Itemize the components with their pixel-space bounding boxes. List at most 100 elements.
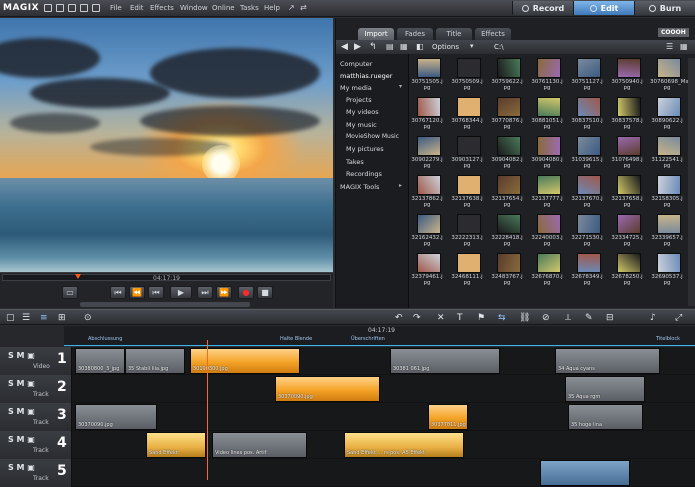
view-list-icon[interactable]: ☰ [666, 42, 673, 51]
timeline-clip[interactable]: 35 Aqua rgm [565, 376, 645, 402]
snap-icon[interactable]: ⊟ [606, 313, 614, 323]
jog-shuttle[interactable] [80, 302, 250, 307]
timeline-clip[interactable]: 30381 061.jpg [390, 348, 500, 374]
marker-4[interactable]: Titelblock [656, 336, 680, 342]
timeline-clip[interactable]: Sand Effekt [146, 432, 206, 458]
timeline-playhead[interactable] [207, 340, 208, 480]
file-thumbnail[interactable] [417, 136, 441, 156]
tree-my-videos[interactable]: My videos [346, 108, 379, 116]
tab-import[interactable]: Import [358, 28, 394, 40]
tab-title[interactable]: Title [436, 28, 472, 40]
file-thumbnail[interactable] [617, 97, 641, 117]
file-thumbnail[interactable] [577, 136, 601, 156]
path-field[interactable]: C:\ [494, 43, 504, 51]
next-frame-button[interactable]: ⏭ [197, 286, 213, 299]
timeline-clip[interactable]: 30377811.jpg [428, 404, 468, 430]
file-thumbnail[interactable] [497, 58, 521, 78]
file-thumbnail[interactable] [617, 214, 641, 234]
file-thumbnail[interactable] [657, 97, 681, 117]
timeline-clip[interactable]: 35 hoge lina [568, 404, 643, 430]
previous-frame-button[interactable]: ⏮ [148, 286, 164, 299]
file-thumbnail[interactable] [497, 214, 521, 234]
file-thumbnail[interactable] [497, 253, 521, 273]
fullscreen-icon[interactable]: ⤢ [675, 313, 682, 323]
video-preview[interactable] [0, 18, 333, 272]
tab-effects[interactable]: Effects [475, 28, 511, 40]
file-thumbnail[interactable] [577, 97, 601, 117]
tree-takes[interactable]: Takes [346, 158, 364, 166]
file-thumbnail[interactable] [577, 58, 601, 78]
chevron-down-icon[interactable]: ▾ [470, 42, 474, 50]
timeline-clip[interactable] [540, 460, 630, 486]
file-thumbnail[interactable] [537, 214, 561, 234]
to-end-button[interactable]: ⏩ [216, 286, 232, 299]
file-thumbnail[interactable] [577, 175, 601, 195]
mode-record[interactable]: Record [512, 1, 573, 15]
timeline-ruler[interactable]: 04:17:19 Abschlussung Halte Blende Übers… [64, 326, 695, 346]
file-thumbnail[interactable] [417, 214, 441, 234]
menu-tasks[interactable]: Tasks [240, 4, 259, 12]
file-thumbnail[interactable] [497, 136, 521, 156]
expand-icon[interactable]: ▾ [399, 83, 402, 90]
file-thumbnail[interactable] [657, 214, 681, 234]
tree-movieshow-music[interactable]: MovieShow Music [346, 133, 399, 140]
file-thumbnail[interactable] [617, 253, 641, 273]
timeline-clip[interactable]: 30380800_3_jpg [75, 348, 125, 374]
save-icon[interactable] [68, 4, 76, 12]
file-thumbnail[interactable] [457, 253, 481, 273]
menu-file[interactable]: File [110, 4, 122, 12]
mouse-mode-icon[interactable]: ⇆ [498, 313, 506, 323]
menu-online[interactable]: Online [212, 4, 235, 12]
tree-projects[interactable]: Projects [346, 96, 372, 104]
preview-playhead[interactable] [75, 274, 81, 279]
new-file-icon[interactable] [44, 4, 52, 12]
preview-scrub-bar[interactable]: 04:17:19 [2, 274, 331, 282]
timeline-clip[interactable]: 35 Stabil lila.jpg [125, 348, 185, 374]
link-clips-icon[interactable]: ⛓ [519, 313, 530, 323]
monitor-icon[interactable]: ▭ [62, 286, 78, 299]
forward-arrow-icon[interactable]: ▶ [354, 42, 361, 52]
file-thumbnail[interactable] [617, 136, 641, 156]
view-grid-icon[interactable]: ▦ [680, 42, 688, 51]
audio-icon[interactable]: ♪ [650, 313, 656, 323]
tab-fades[interactable]: Fades [397, 28, 433, 40]
file-thumbnail[interactable] [457, 175, 481, 195]
file-thumbnail[interactable] [657, 58, 681, 78]
file-thumbnail[interactable] [537, 136, 561, 156]
view-storyboard-icon[interactable]: ▢ [6, 313, 15, 323]
export-icon[interactable] [80, 4, 88, 12]
tree-magix-tools[interactable]: MAGIX Tools [340, 183, 379, 191]
options-dropdown[interactable]: Options [432, 43, 459, 51]
group-icon[interactable]: ⊘ [542, 313, 550, 323]
marker-2[interactable]: Halte Blende [280, 336, 312, 342]
timeline-clip[interactable]: 30370090.jpg [275, 376, 380, 402]
expand-icon[interactable]: ▸ [399, 182, 402, 189]
link-icon[interactable]: ⇄ [300, 3, 307, 12]
arrow-icon[interactable]: ↗ [288, 3, 295, 12]
solo-mute-lock-icons[interactable]: S M ▣ [8, 407, 35, 416]
up-folder-icon[interactable]: ↰ [369, 42, 377, 52]
to-start-button[interactable]: ⏮ [110, 286, 126, 299]
marker-3[interactable]: Überschriften [351, 336, 385, 342]
prev-marker-button[interactable]: ⏪ [129, 286, 145, 299]
view-scene-icon[interactable]: ☰ [22, 313, 30, 323]
file-thumbnail[interactable] [537, 253, 561, 273]
mode-burn[interactable]: Burn [634, 1, 695, 15]
track-header[interactable]: S M ▣ 3 Track [0, 403, 72, 431]
marker-icon[interactable]: ⚑ [477, 313, 485, 323]
menu-effects[interactable]: Effects [150, 4, 174, 12]
file-thumbnail[interactable] [577, 214, 601, 234]
file-thumbnail[interactable] [537, 175, 561, 195]
toolbar-icon-a[interactable]: ▤ [386, 42, 394, 51]
file-thumbnail[interactable] [417, 253, 441, 273]
file-thumbnail[interactable] [497, 175, 521, 195]
toolbar-icon-b[interactable]: ▦ [400, 42, 408, 51]
file-thumbnail[interactable] [417, 58, 441, 78]
file-thumbnail[interactable] [617, 58, 641, 78]
toolbar-icon-c[interactable]: ◧ [416, 42, 424, 51]
marker-1[interactable]: Abschlussung [88, 336, 122, 342]
view-timeline-icon[interactable]: ≡ [40, 313, 48, 323]
effects-icon[interactable]: ✎ [585, 313, 593, 323]
menu-edit[interactable]: Edit [130, 4, 144, 12]
file-thumbnail[interactable] [537, 97, 561, 117]
